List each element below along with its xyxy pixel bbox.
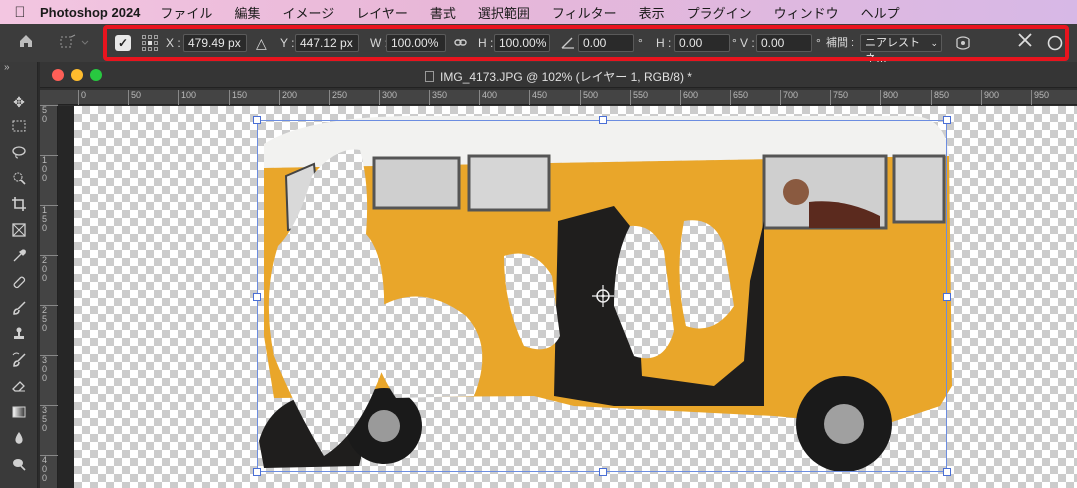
ruler-tick: 150 xyxy=(229,90,247,105)
transform-handle[interactable] xyxy=(253,116,261,124)
ruler-tick: 650 xyxy=(730,90,748,105)
ruler-tick: 1 5 0 xyxy=(40,205,58,233)
ruler-tick: 700 xyxy=(780,90,798,105)
menu-bar:  Photoshop 2024 ファイル 編集 イメージ レイヤー 書式 選択… xyxy=(0,0,1077,24)
menu-edit[interactable]: 編集 xyxy=(234,3,260,22)
canvas[interactable] xyxy=(74,106,1077,488)
dodge-tool-icon[interactable] xyxy=(9,456,29,476)
pasteboard xyxy=(58,106,74,488)
ruler-tick: 300 xyxy=(379,90,397,105)
ruler-tick: 200 xyxy=(279,90,297,105)
ruler-tick: 600 xyxy=(680,90,698,105)
transform-handle[interactable] xyxy=(599,468,607,476)
ruler-tick: 4 0 0 xyxy=(40,455,58,483)
transform-handle[interactable] xyxy=(943,468,951,476)
apple-icon[interactable]:  xyxy=(0,4,40,21)
ruler-tick: 400 xyxy=(479,90,497,105)
ruler-tick: 500 xyxy=(580,90,598,105)
ruler-tick: 350 xyxy=(429,90,447,105)
ruler-tick: 2 0 0 xyxy=(40,255,58,283)
history-brush-tool-icon[interactable] xyxy=(9,352,29,372)
document-title-text: IMG_4173.JPG @ 102% (レイヤー 1, RGB/8) * xyxy=(440,70,692,84)
ruler-tick: 2 5 0 xyxy=(40,305,58,333)
ruler-tick: 3 0 0 xyxy=(40,355,58,383)
vertical-ruler[interactable]: 5 0 1 0 0 1 5 0 2 0 0 2 5 0 3 0 0 3 5 0 … xyxy=(40,105,58,488)
transform-handle[interactable] xyxy=(943,293,951,301)
eraser-tool-icon[interactable] xyxy=(9,378,29,398)
ruler-tick: 100 xyxy=(178,90,196,105)
transform-handle[interactable] xyxy=(253,293,261,301)
file-icon xyxy=(425,71,435,82)
document-window: IMG_4173.JPG @ 102% (レイヤー 1, RGB/8) * 0 … xyxy=(40,62,1077,488)
frame-tool-icon[interactable] xyxy=(9,222,29,242)
highlight-rectangle xyxy=(103,25,1069,61)
transform-handle[interactable] xyxy=(599,116,607,124)
ruler-tick: 850 xyxy=(931,90,949,105)
tool-preset-icon[interactable] xyxy=(58,32,94,54)
document-title-bar: IMG_4173.JPG @ 102% (レイヤー 1, RGB/8) * xyxy=(40,62,1077,88)
home-icon[interactable] xyxy=(12,32,40,54)
quick-select-tool-icon[interactable] xyxy=(9,170,29,190)
ruler-tick: 250 xyxy=(329,90,347,105)
move-tool-icon[interactable]: ✥ xyxy=(9,92,29,112)
menu-select[interactable]: 選択範囲 xyxy=(478,3,530,22)
marquee-tool-icon[interactable] xyxy=(9,118,29,138)
menu-plugins[interactable]: プラグイン xyxy=(687,3,752,22)
ruler-tick: 1 0 0 xyxy=(40,155,58,183)
ruler-tick: 750 xyxy=(830,90,848,105)
ruler-tick: 50 xyxy=(128,90,141,105)
menu-filter[interactable]: フィルター xyxy=(552,3,617,22)
ruler-tick: 5 0 xyxy=(40,105,58,124)
clone-stamp-tool-icon[interactable] xyxy=(9,326,29,346)
menu-type[interactable]: 書式 xyxy=(430,3,456,22)
menu-layer[interactable]: レイヤー xyxy=(356,3,408,22)
app-menu[interactable]: Photoshop 2024 xyxy=(40,5,140,20)
lasso-tool-icon[interactable] xyxy=(9,144,29,164)
healing-brush-tool-icon[interactable] xyxy=(9,274,29,294)
ruler-tick: 550 xyxy=(630,90,648,105)
transform-handle[interactable] xyxy=(253,468,261,476)
ruler-tick: 3 5 0 xyxy=(40,405,58,433)
menu-image[interactable]: イメージ xyxy=(282,3,334,22)
reference-point-crosshair-icon[interactable] xyxy=(592,285,614,307)
document-title: IMG_4173.JPG @ 102% (レイヤー 1, RGB/8) * xyxy=(40,68,1077,85)
ruler-tick: 950 xyxy=(1031,90,1049,105)
crop-tool-icon[interactable] xyxy=(9,196,29,216)
menu-file[interactable]: ファイル xyxy=(160,3,212,22)
menu-window[interactable]: ウィンドウ xyxy=(774,3,839,22)
ruler-tick: 0 xyxy=(78,90,86,105)
blur-tool-icon[interactable] xyxy=(9,430,29,450)
ruler-tick: 800 xyxy=(880,90,898,105)
collapse-panel-icon[interactable]: » xyxy=(4,62,10,73)
gradient-tool-icon[interactable] xyxy=(9,404,29,424)
brush-tool-icon[interactable] xyxy=(9,300,29,320)
tools-panel: » ✥ xyxy=(0,62,38,488)
ruler-tick: 450 xyxy=(529,90,547,105)
transform-handle[interactable] xyxy=(943,116,951,124)
horizontal-ruler[interactable]: 0 50 100 150 200 250 300 350 400 450 500… xyxy=(58,90,1077,105)
menu-help[interactable]: ヘルプ xyxy=(861,3,900,22)
ruler-origin[interactable] xyxy=(40,90,58,105)
options-bar: ✓ X : 479.49 px △ Y : 447.12 px W : 100.… xyxy=(0,24,1077,65)
eyedropper-tool-icon[interactable] xyxy=(9,248,29,268)
menu-view[interactable]: 表示 xyxy=(639,3,665,22)
ruler-tick: 900 xyxy=(981,90,999,105)
